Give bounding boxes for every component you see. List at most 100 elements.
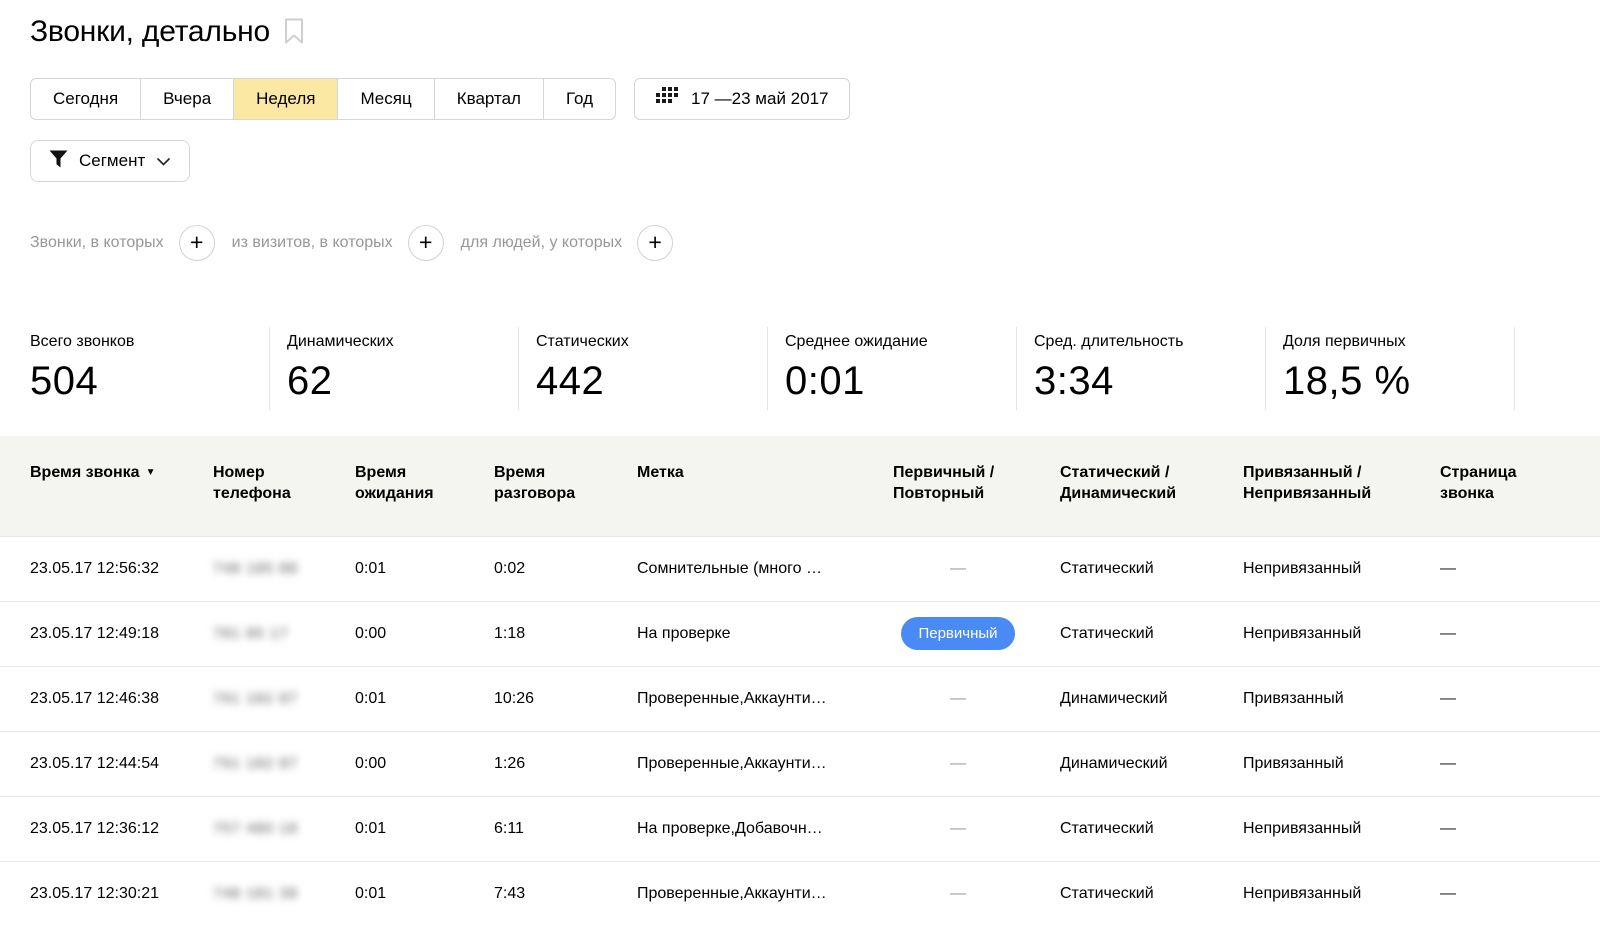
call-time: 23.05.17 12:56:32 bbox=[0, 536, 213, 601]
call-time: 23.05.17 12:46:38 bbox=[0, 666, 213, 731]
call-page: — bbox=[1440, 731, 1600, 796]
phone-blurred: 791 182 87 bbox=[213, 731, 355, 796]
filter-calls-label: Звонки, в которых bbox=[30, 234, 164, 252]
first-repeat-cell: — bbox=[893, 731, 1060, 796]
col-header-wait-time[interactable]: Времяожидания bbox=[355, 436, 494, 536]
table-row[interactable]: 23.05.17 12:44:54 791 182 87 0:00 1:26 П… bbox=[0, 731, 1600, 796]
filter-funnel-icon bbox=[49, 150, 68, 173]
segment-button[interactable]: Сегмент bbox=[30, 140, 190, 182]
static-dynamic: Статический bbox=[1060, 536, 1243, 601]
static-dynamic: Статический bbox=[1060, 861, 1243, 926]
wait-time: 0:01 bbox=[355, 796, 494, 861]
tab-yesterday[interactable]: Вчера bbox=[140, 79, 233, 119]
primary-badge: Первичный bbox=[901, 617, 1014, 650]
col-header-phone[interactable]: Номертелефона bbox=[213, 436, 355, 536]
wait-time: 0:00 bbox=[355, 731, 494, 796]
add-people-filter-button[interactable]: + bbox=[637, 225, 673, 261]
phone-blurred: 757 480 18 bbox=[213, 796, 355, 861]
tab-year[interactable]: Год bbox=[543, 79, 615, 119]
static-dynamic: Динамический bbox=[1060, 731, 1243, 796]
metric-avg-duration: Сред. длительность 3:34 bbox=[1017, 327, 1266, 410]
call-page: — bbox=[1440, 796, 1600, 861]
filter-people-label: для людей, у которых bbox=[461, 234, 622, 252]
tab-today[interactable]: Сегодня bbox=[31, 79, 140, 119]
call-page: — bbox=[1440, 666, 1600, 731]
tab-quarter[interactable]: Квартал bbox=[434, 79, 543, 119]
wait-time: 0:01 bbox=[355, 666, 494, 731]
metric-total-calls: Всего звонков 504 bbox=[30, 327, 270, 410]
talk-time: 6:11 bbox=[494, 796, 637, 861]
filter-builder-row: Звонки, в которых + из визитов, в которы… bbox=[30, 225, 1600, 261]
first-repeat-cell: — bbox=[893, 666, 1060, 731]
tab-week[interactable]: Неделя bbox=[233, 79, 337, 119]
page-title: Звонки, детально bbox=[30, 15, 270, 49]
bound-status: Непривязанный bbox=[1243, 796, 1440, 861]
metric-avg-wait: Среднее ожидание 0:01 bbox=[768, 327, 1017, 410]
bound-status: Непривязанный bbox=[1243, 536, 1440, 601]
bookmark-icon[interactable] bbox=[284, 18, 304, 50]
call-time: 23.05.17 12:30:21 bbox=[0, 861, 213, 926]
metric-first-share: Доля первичных 18,5 % bbox=[1266, 327, 1515, 410]
first-repeat-cell: — bbox=[893, 796, 1060, 861]
call-label: Проверенные,Аккаунти… bbox=[637, 731, 893, 796]
phone-blurred: 748 181 38 bbox=[213, 861, 355, 926]
col-header-first-repeat[interactable]: Первичный /Повторный bbox=[893, 436, 1060, 536]
first-repeat-cell: Первичный bbox=[893, 601, 1060, 666]
call-label: Проверенные,Аккаунти… bbox=[637, 666, 893, 731]
col-header-talk-time[interactable]: Времяразговора bbox=[494, 436, 637, 536]
call-label: На проверке,Добавочн… bbox=[637, 796, 893, 861]
bound-status: Непривязанный bbox=[1243, 861, 1440, 926]
talk-time: 7:43 bbox=[494, 861, 637, 926]
talk-time: 1:18 bbox=[494, 601, 637, 666]
call-label: Проверенные,Аккаунти… bbox=[637, 861, 893, 926]
table-row[interactable]: 23.05.17 12:49:18 781 85 17 0:00 1:18 На… bbox=[0, 601, 1600, 666]
call-page: — bbox=[1440, 536, 1600, 601]
tab-month[interactable]: Месяц bbox=[337, 79, 433, 119]
call-time: 23.05.17 12:49:18 bbox=[0, 601, 213, 666]
call-label: Сомнительные (много … bbox=[637, 536, 893, 601]
call-page: — bbox=[1440, 601, 1600, 666]
col-header-call-page[interactable]: Страницазвонка bbox=[1440, 436, 1600, 536]
calls-table: Время звонка▼ Номертелефона Времяожидани… bbox=[0, 436, 1600, 926]
add-visit-filter-button[interactable]: + bbox=[408, 225, 444, 261]
talk-time: 1:26 bbox=[494, 731, 637, 796]
table-row[interactable]: 23.05.17 12:30:21 748 181 38 0:01 7:43 П… bbox=[0, 861, 1600, 926]
col-header-label[interactable]: Метка bbox=[637, 436, 893, 536]
period-tab-group: Сегодня Вчера Неделя Месяц Квартал Год bbox=[30, 78, 616, 120]
bound-status: Непривязанный bbox=[1243, 601, 1440, 666]
filter-visits-label: из визитов, в которых bbox=[232, 234, 393, 252]
bound-status: Привязанный bbox=[1243, 666, 1440, 731]
date-range-button[interactable]: 17 —23 май 2017 bbox=[634, 78, 850, 120]
wait-time: 0:00 bbox=[355, 601, 494, 666]
phone-blurred: 781 85 17 bbox=[213, 601, 355, 666]
period-selector: Сегодня Вчера Неделя Месяц Квартал Год 1… bbox=[30, 78, 1600, 120]
wait-time: 0:01 bbox=[355, 536, 494, 601]
phone-blurred: 791 182 87 bbox=[213, 666, 355, 731]
table-row[interactable]: 23.05.17 12:46:38 791 182 87 0:01 10:26 … bbox=[0, 666, 1600, 731]
talk-time: 0:02 bbox=[494, 536, 637, 601]
add-call-filter-button[interactable]: + bbox=[179, 225, 215, 261]
date-range-label: 17 —23 май 2017 bbox=[691, 89, 828, 109]
static-dynamic: Статический bbox=[1060, 796, 1243, 861]
col-header-call-time[interactable]: Время звонка▼ bbox=[0, 436, 213, 536]
call-page: — bbox=[1440, 861, 1600, 926]
segment-label: Сегмент bbox=[79, 151, 145, 171]
sort-desc-icon: ▼ bbox=[146, 467, 156, 478]
chevron-down-icon bbox=[156, 151, 171, 171]
static-dynamic: Динамический bbox=[1060, 666, 1243, 731]
metric-dynamic: Динамических 62 bbox=[270, 327, 519, 410]
col-header-static-dynamic[interactable]: Статический /Динамический bbox=[1060, 436, 1243, 536]
first-repeat-cell: — bbox=[893, 861, 1060, 926]
call-label: На проверке bbox=[637, 601, 893, 666]
col-header-bound[interactable]: Привязанный /Непривязанный bbox=[1243, 436, 1440, 536]
table-header-row: Время звонка▼ Номертелефона Времяожидани… bbox=[0, 436, 1600, 536]
summary-metrics: Всего звонков 504 Динамических 62 Статич… bbox=[30, 327, 1600, 410]
page-header: Звонки, детально bbox=[30, 14, 1600, 50]
table-row[interactable]: 23.05.17 12:56:32 748 185 88 0:01 0:02 С… bbox=[0, 536, 1600, 601]
static-dynamic: Статический bbox=[1060, 601, 1243, 666]
call-time: 23.05.17 12:44:54 bbox=[0, 731, 213, 796]
first-repeat-cell: — bbox=[893, 536, 1060, 601]
table-row[interactable]: 23.05.17 12:36:12 757 480 18 0:01 6:11 Н… bbox=[0, 796, 1600, 861]
calendar-grid-icon bbox=[656, 87, 678, 111]
bound-status: Привязанный bbox=[1243, 731, 1440, 796]
